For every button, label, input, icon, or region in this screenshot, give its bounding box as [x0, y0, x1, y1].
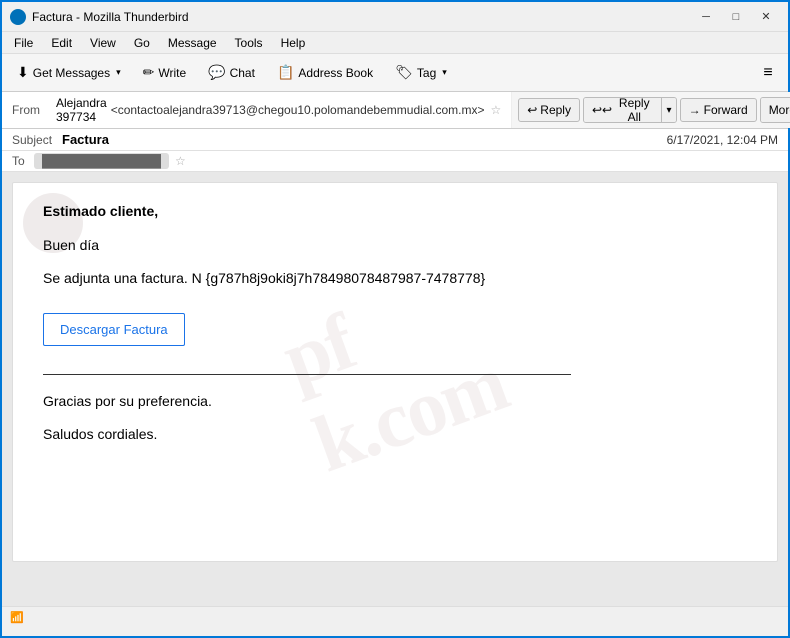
email-body-container[interactable]: pfk.com Estimado cliente, Buen día Se ad… — [2, 172, 788, 606]
reply-all-icon: ↩↩ — [592, 103, 612, 117]
address-book-icon: 📋 — [277, 64, 294, 81]
chat-button[interactable]: 💬 Chat — [199, 59, 264, 87]
download-factura-button[interactable]: Descargar Factura — [43, 313, 185, 346]
reply-all-button[interactable]: ↩↩ Reply All — [584, 98, 661, 122]
subject-value: Factura — [62, 132, 667, 147]
reply-all-dropdown[interactable]: ▾ — [661, 98, 675, 122]
from-star-icon[interactable]: ☆ — [490, 103, 501, 117]
subject-label: Subject — [12, 133, 62, 147]
more-button[interactable]: More — [761, 98, 790, 122]
window-title: Factura - Mozilla Thunderbird — [32, 10, 692, 24]
menu-go[interactable]: Go — [126, 34, 158, 52]
get-messages-button[interactable]: ⬇ Get Messages ▾ — [8, 59, 130, 87]
to-label: To — [12, 154, 34, 168]
reply-all-split: ↩↩ Reply All ▾ — [583, 97, 677, 123]
menubar: File Edit View Go Message Tools Help — [2, 32, 788, 54]
maximize-button[interactable]: □ — [722, 7, 750, 27]
more-label: More — [769, 103, 790, 117]
menu-help[interactable]: Help — [273, 34, 314, 52]
email-content: Estimado cliente, Buen día Se adjunta un… — [43, 203, 747, 445]
app-icon — [10, 9, 26, 25]
tag-label: Tag — [417, 66, 436, 80]
titlebar: Factura - Mozilla Thunderbird ─ □ ✕ — [2, 2, 788, 32]
get-messages-dropdown-icon[interactable]: ▾ — [116, 67, 121, 78]
get-messages-icon: ⬇ — [17, 64, 29, 81]
from-name: Alejandra 397734 — [56, 96, 107, 124]
tag-icon: 🏷 — [395, 64, 413, 81]
reply-button[interactable]: ↩ Reply — [518, 98, 580, 122]
email-line3: Gracias por su preferencia. — [43, 391, 747, 412]
chat-icon: 💬 — [208, 64, 225, 81]
address-book-label: Address Book — [298, 66, 373, 80]
email-line4: Saludos cordiales. — [43, 424, 747, 445]
more-split: More ▾ — [760, 97, 790, 123]
to-value: ██████████████ — [34, 153, 169, 169]
to-row: To ██████████████ ☆ — [2, 151, 788, 172]
window-controls: ─ □ ✕ — [692, 7, 780, 27]
tag-button[interactable]: 🏷 Tag ▾ — [386, 59, 456, 87]
menu-tools[interactable]: Tools — [227, 34, 271, 52]
to-star-icon[interactable]: ☆ — [175, 154, 186, 168]
tag-dropdown-icon: ▾ — [442, 67, 447, 78]
forward-button[interactable]: → Forward — [680, 98, 757, 122]
chat-label: Chat — [230, 66, 255, 80]
menu-edit[interactable]: Edit — [43, 34, 80, 52]
address-book-button[interactable]: 📋 Address Book — [268, 59, 382, 87]
forward-label: Forward — [704, 103, 748, 117]
subject-row: Subject Factura 6/17/2021, 12:04 PM — [2, 129, 788, 151]
write-icon: ✏ — [143, 64, 155, 81]
statusbar: 📶 — [2, 606, 788, 628]
toolbar: ⬇ Get Messages ▾ ✏ Write 💬 Chat 📋 Addres… — [2, 54, 788, 92]
forward-icon: → — [689, 103, 701, 117]
status-icon: 📶 — [10, 611, 24, 624]
email-date: 6/17/2021, 12:04 PM — [667, 133, 778, 147]
toolbar-menu-button[interactable]: ≡ — [754, 59, 782, 87]
close-button[interactable]: ✕ — [752, 7, 780, 27]
email-greeting: Estimado cliente, — [43, 203, 747, 219]
menu-message[interactable]: Message — [160, 34, 225, 52]
get-messages-label: Get Messages — [33, 66, 110, 80]
email-divider — [43, 374, 571, 375]
write-button[interactable]: ✏ Write — [134, 59, 196, 87]
minimize-button[interactable]: ─ — [692, 7, 720, 27]
email-line1: Buen día — [43, 235, 747, 256]
reply-icon: ↩ — [527, 103, 537, 117]
write-label: Write — [158, 66, 186, 80]
from-email: <contactoalejandra39713@chegou10.poloman… — [111, 103, 485, 117]
email-body-wrapper: pfk.com Estimado cliente, Buen día Se ad… — [12, 182, 778, 562]
menu-view[interactable]: View — [82, 34, 124, 52]
reply-all-label: Reply All — [615, 97, 653, 123]
reply-label: Reply — [540, 103, 571, 117]
from-label: From — [12, 103, 56, 117]
menu-file[interactable]: File — [6, 34, 41, 52]
email-line2: Se adjunta una factura. N {g787h8j9oki8j… — [43, 268, 747, 289]
